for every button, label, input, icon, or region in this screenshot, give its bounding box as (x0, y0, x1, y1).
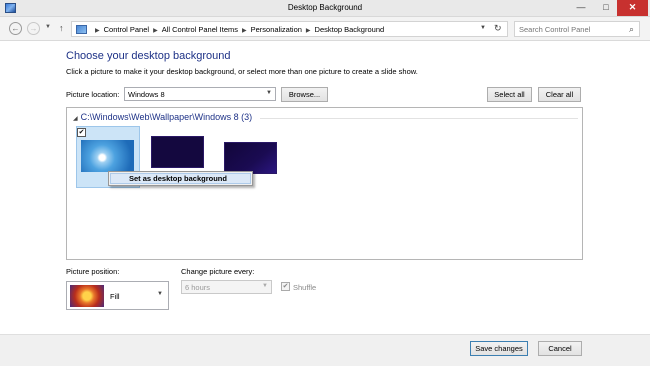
refresh-icon[interactable]: ↻ (494, 23, 502, 34)
context-menu: Set as desktop background (108, 171, 253, 186)
title-bar: Desktop Background — □ ✕ (0, 0, 650, 17)
navigation-bar: ← → ▼ ↑ ▶ Control Panel ▶ All Control Panel… (0, 17, 650, 41)
wallpaper-thumbnail[interactable] (224, 142, 277, 174)
clear-all-button[interactable]: Clear all (538, 87, 581, 102)
browse-button[interactable]: Browse... (281, 87, 328, 102)
control-panel-icon (76, 25, 87, 34)
group-header[interactable]: ◢ C:\Windows\Web\Wallpaper\Windows 8 (3) (73, 112, 252, 122)
breadcrumb-separator-icon[interactable]: ▶ (306, 28, 311, 34)
breadcrumb-separator-icon[interactable]: ▶ (242, 28, 247, 34)
address-history-icon[interactable]: ▼ (480, 25, 486, 31)
select-all-button[interactable]: Select all (487, 87, 532, 102)
picture-location-select[interactable]: Windows 8 ▼ (124, 87, 276, 101)
picture-position-select[interactable]: Fill ▼ (66, 281, 169, 310)
change-interval-value: 6 hours (185, 283, 211, 292)
picture-position-label: Picture position: (66, 267, 120, 276)
group-divider (260, 118, 578, 119)
chevron-down-icon: ▼ (262, 283, 268, 289)
chevron-down-icon: ▼ (157, 291, 163, 297)
page-instructions: Click a picture to make it your desktop … (66, 67, 418, 76)
recent-locations-icon[interactable]: ▼ (45, 24, 51, 30)
picture-location-label: Picture location: (66, 90, 120, 99)
forward-button[interactable]: → (27, 22, 40, 35)
breadcrumb-control-panel[interactable]: Control Panel (104, 25, 149, 34)
breadcrumb-personalization[interactable]: Personalization (251, 25, 302, 34)
minimize-button[interactable]: — (570, 0, 592, 16)
wallpaper-thumbnail[interactable] (151, 136, 204, 168)
breadcrumb-separator-icon: ▶ (95, 28, 100, 34)
page-title: Choose your desktop background (66, 50, 231, 62)
breadcrumb-desktop-background[interactable]: Desktop Background (315, 25, 385, 34)
breadcrumb-separator-icon[interactable]: ▶ (153, 28, 158, 34)
save-changes-button[interactable]: Save changes (470, 341, 528, 356)
position-preview-image (70, 285, 104, 307)
close-button[interactable]: ✕ (617, 0, 648, 16)
breadcrumb-all-items[interactable]: All Control Panel Items (162, 25, 238, 34)
address-bar[interactable]: ▶ Control Panel ▶ All Control Panel Items ▶ P… (71, 21, 508, 37)
breadcrumb: ▶ Control Panel ▶ All Control Panel Items ▶ P… (91, 25, 384, 34)
collapse-group-icon[interactable]: ◢ (73, 116, 78, 122)
search-icon[interactable]: ⌕ (629, 24, 634, 35)
up-button[interactable]: ↑ (59, 23, 64, 33)
picture-location-value: Windows 8 (128, 90, 165, 99)
search-box[interactable]: ⌕ (514, 21, 640, 37)
shuffle-checkbox[interactable]: ✔ (281, 282, 290, 291)
cancel-button[interactable]: Cancel (538, 341, 582, 356)
back-button[interactable]: ← (9, 22, 22, 35)
maximize-button[interactable]: □ (595, 0, 617, 16)
wallpaper-thumbnail[interactable] (81, 140, 134, 172)
image-checkbox[interactable]: ✔ (77, 128, 86, 137)
chevron-down-icon: ▼ (266, 90, 272, 96)
search-input[interactable] (519, 24, 619, 35)
group-path: C:\Windows\Web\Wallpaper\Windows 8 (3) (80, 112, 253, 122)
change-picture-label: Change picture every: (181, 267, 255, 276)
change-interval-select[interactable]: 6 hours ▼ (181, 280, 272, 294)
context-menu-item-set-background[interactable]: Set as desktop background (110, 173, 251, 184)
window-title: Desktop Background (287, 3, 363, 12)
shuffle-label: Shuffle (293, 283, 317, 292)
picture-position-value: Fill (110, 292, 120, 301)
